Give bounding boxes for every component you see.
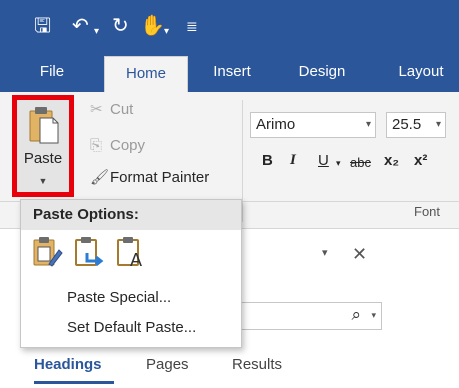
font-size-value: 25.5: [392, 116, 422, 133]
tab-home[interactable]: Home: [104, 56, 188, 92]
format-painter-button[interactable]: 🖌Format Painter: [90, 166, 209, 190]
font-group-label: Font: [414, 204, 441, 219]
chevron-down-icon: ▼: [38, 176, 48, 186]
nav-tab-headings[interactable]: Headings: [34, 356, 102, 373]
touch-dropdown-icon[interactable]: ▾: [164, 20, 169, 44]
chevron-down-icon[interactable]: ▾: [336, 158, 341, 169]
set-default-paste-item[interactable]: Set Default Paste...: [67, 319, 196, 336]
undo-icon[interactable]: ↶: [72, 14, 89, 38]
italic-button[interactable]: I: [290, 152, 296, 169]
strikethrough-button[interactable]: abc: [350, 155, 371, 170]
svg-text:A: A: [130, 250, 142, 268]
copy-label: Copy: [110, 137, 146, 154]
clipboard-paste-icon: [29, 107, 59, 144]
copy-button[interactable]: ⎘ Copy: [90, 134, 145, 158]
save-icon[interactable]: 🖫: [34, 14, 51, 38]
copy-icon: ⎘: [90, 137, 103, 154]
keep-text-only-icon[interactable]: A: [115, 236, 147, 268]
cut-label: Cut: [110, 101, 134, 118]
redo-icon[interactable]: ↻: [112, 14, 129, 38]
paste-options-menu: Paste Options: A Paste Special... Set De…: [20, 199, 242, 348]
chevron-down-icon: ▾: [435, 119, 441, 130]
font-size-select[interactable]: 25.5 ▾: [386, 112, 446, 138]
paste-special-item[interactable]: Paste Special...: [67, 289, 171, 306]
quick-access-toolbar: 🖫 ↶ ▾ ↻ ✋ ▾ ≣: [0, 0, 459, 52]
ribbon-tabs: File Home Insert Design Layout: [0, 52, 459, 92]
merge-formatting-icon[interactable]: [73, 236, 105, 268]
tab-design[interactable]: Design: [290, 52, 354, 92]
underline-button[interactable]: U: [318, 152, 329, 169]
search-input[interactable]: ⌕ ▾: [230, 302, 382, 330]
active-tab-indicator: [34, 381, 114, 384]
scissors-icon: ✂: [90, 101, 103, 118]
close-icon[interactable]: ✕: [352, 244, 367, 265]
tab-file[interactable]: File: [30, 52, 74, 92]
font-name-select[interactable]: Arimo ▾: [250, 112, 376, 138]
paste-label: Paste: [23, 150, 63, 167]
search-icon[interactable]: ⌕: [351, 305, 361, 325]
paste-options-header: Paste Options:: [21, 200, 241, 230]
format-painter-label: Format Painter: [110, 169, 210, 186]
font-name-value: Arimo: [256, 116, 296, 133]
paste-button[interactable]: Paste ▼: [12, 95, 74, 197]
undo-dropdown-icon[interactable]: ▾: [94, 20, 99, 44]
paintbrush-icon: 🖌: [90, 169, 110, 186]
tab-layout[interactable]: Layout: [386, 52, 456, 92]
bold-button[interactable]: B: [262, 152, 273, 169]
chevron-down-icon[interactable]: ▾: [322, 246, 328, 259]
cut-button[interactable]: ✂ Cut: [90, 98, 133, 122]
group-separator: [242, 100, 243, 222]
touch-mode-icon[interactable]: ✋: [140, 14, 165, 38]
keep-source-formatting-icon[interactable]: [31, 236, 63, 268]
chevron-down-icon: ▾: [365, 119, 371, 130]
customize-icon[interactable]: ≣: [186, 14, 198, 38]
superscript-button[interactable]: x²: [414, 152, 427, 169]
subscript-button[interactable]: x₂: [384, 152, 399, 169]
chevron-down-icon[interactable]: ▾: [371, 310, 376, 321]
nav-tab-pages[interactable]: Pages: [146, 356, 189, 373]
nav-tab-results[interactable]: Results: [232, 356, 282, 373]
tab-insert[interactable]: Insert: [206, 52, 258, 92]
